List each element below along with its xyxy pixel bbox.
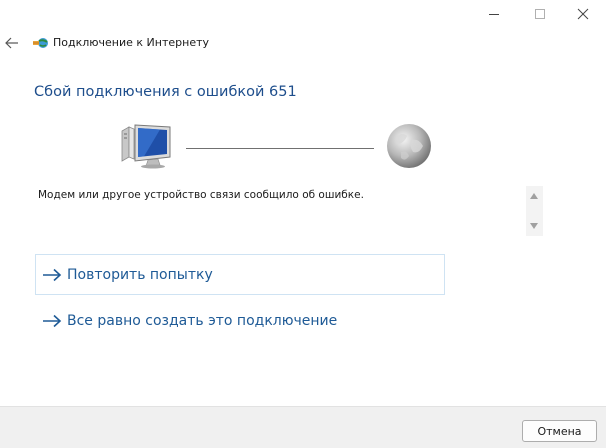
footer-bar: Отмена bbox=[0, 406, 606, 448]
maximize-icon bbox=[535, 9, 545, 19]
maximize-button[interactable] bbox=[517, 0, 563, 28]
message-scrollbar[interactable] bbox=[526, 186, 543, 236]
cancel-button[interactable]: Отмена bbox=[522, 420, 597, 442]
back-button[interactable] bbox=[2, 33, 22, 53]
window-title: Подключение к Интернету bbox=[53, 36, 210, 49]
right-arrow-icon bbox=[42, 268, 64, 282]
create-anyway-option[interactable]: Все равно создать это подключение bbox=[35, 300, 445, 341]
scroll-down-icon[interactable] bbox=[530, 223, 538, 229]
globe-icon bbox=[387, 124, 431, 168]
network-connection-icon bbox=[33, 38, 48, 48]
right-arrow-icon bbox=[42, 314, 64, 328]
connection-line bbox=[186, 148, 374, 149]
error-message: Модем или другое устройство связи сообщи… bbox=[38, 189, 364, 201]
minimize-button[interactable] bbox=[471, 0, 517, 28]
close-icon bbox=[577, 8, 589, 20]
wizard-window: Подключение к Интернету Сбой подключения… bbox=[0, 0, 606, 448]
back-arrow-icon bbox=[5, 37, 18, 49]
computer-icon bbox=[121, 124, 171, 169]
page-title: Сбой подключения с ошибкой 651 bbox=[34, 84, 297, 100]
scroll-up-icon[interactable] bbox=[530, 193, 538, 199]
create-anyway-option-label: Все равно создать это подключение bbox=[67, 312, 338, 329]
minimize-icon bbox=[489, 14, 499, 15]
retry-option-label: Повторить попытку bbox=[67, 266, 213, 283]
retry-option[interactable]: Повторить попытку bbox=[35, 254, 445, 295]
close-button[interactable] bbox=[560, 0, 606, 28]
